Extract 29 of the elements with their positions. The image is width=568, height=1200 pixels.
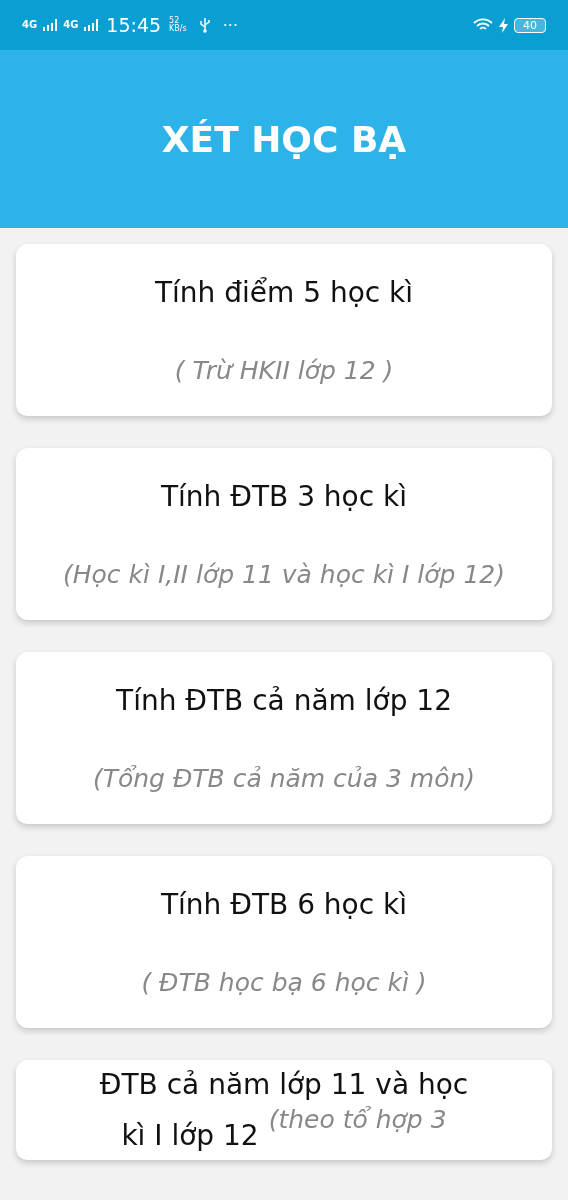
wifi-icon	[473, 18, 493, 32]
card-subtitle: (Tổng ĐTB cả năm của 3 môn)	[92, 763, 476, 793]
card-title: ĐTB cả năm lớp 11 và học	[99, 1068, 469, 1101]
card-title: Tính ĐTB 6 học kì	[160, 887, 408, 921]
card-subtitle: ( ĐTB học bạ 6 học kì )	[141, 967, 427, 997]
network-label: 4G	[22, 20, 38, 30]
speed-value: 52	[169, 17, 180, 25]
card-title: Tính điểm 5 học kì	[154, 275, 414, 309]
card-subtitle: (theo tổ hợp 3	[268, 1105, 447, 1134]
more-indicator: ···	[222, 15, 238, 35]
menu-card[interactable]: Tính ĐTB 6 học kì ( ĐTB học bạ 6 học kì )	[16, 856, 552, 1028]
speed-unit: KB/s	[169, 25, 187, 33]
menu-card[interactable]: Tính ĐTB cả năm lớp 12 (Tổng ĐTB cả năm của 3 môn)	[16, 652, 552, 824]
signal-icon	[84, 19, 99, 31]
card-title: Tính ĐTB 3 học kì	[160, 479, 408, 513]
signal-icon	[43, 19, 58, 31]
menu-card[interactable]: Tính điểm 5 học kì ( Trừ HKII lớp 12 )	[16, 244, 552, 416]
card-title: Tính ĐTB cả năm lớp 12	[116, 683, 452, 717]
clock: 15:45	[106, 14, 162, 36]
card-subtitle: (Học kì I,II lớp 11 và học kì I lớp 12)	[63, 559, 505, 589]
card-subtitle: ( Trừ HKII lớp 12 )	[174, 355, 394, 385]
lightning-icon	[499, 17, 508, 33]
card-title: kì I lớp 12	[121, 1119, 259, 1152]
menu-card[interactable]: ĐTB cả năm lớp 11 và học kì I lớp 12 (theo tổ hợp 3	[16, 1060, 552, 1160]
battery-icon: 40	[514, 17, 546, 33]
header-title: XÉT HỌC BẠ	[161, 118, 407, 160]
network-label: 4G	[63, 20, 79, 30]
menu-card[interactable]: Tính ĐTB 3 học kì (Học kì I,II lớp 11 và học kì I lớp 12)	[16, 448, 552, 620]
usb-icon	[198, 17, 211, 33]
